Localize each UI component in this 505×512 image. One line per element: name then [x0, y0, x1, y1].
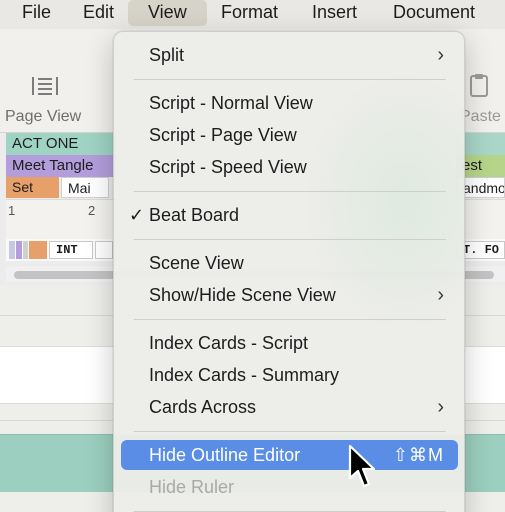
- menu-item-script-normal-view[interactable]: Script - Normal View: [121, 88, 458, 118]
- menu-separator: [134, 79, 446, 80]
- page-lines-icon: [32, 77, 58, 95]
- menu-document[interactable]: Document: [393, 0, 475, 26]
- scene-chip[interactable]: [95, 241, 113, 259]
- menu-format[interactable]: Format: [221, 0, 278, 26]
- ruler-number: 1: [8, 203, 16, 218]
- menu-separator: [134, 239, 446, 240]
- menu-edit[interactable]: Edit: [83, 0, 114, 26]
- menu-file[interactable]: File: [22, 0, 51, 26]
- beat-strip[interactable]: Meet Tangle: [6, 155, 116, 177]
- mouse-pointer-icon: [348, 444, 376, 488]
- lane-set[interactable]: Set: [6, 177, 59, 198]
- menu-item-label: Cards Across: [149, 397, 257, 417]
- chevron-right-icon: ›: [437, 44, 444, 66]
- menu-separator: [134, 191, 446, 192]
- mini-card[interactable]: [23, 241, 28, 259]
- page-view-button[interactable]: Page View: [0, 29, 100, 133]
- menu-item-label: Hide Ruler: [149, 477, 235, 497]
- paste-label: Paste: [460, 108, 501, 125]
- menu-item-label: Split: [149, 45, 185, 65]
- menu-item-index-cards-script[interactable]: Index Cards - Script: [121, 328, 458, 358]
- checkmark-icon: ✓: [129, 205, 145, 225]
- menu-item-label: Index Cards - Summary: [149, 365, 340, 385]
- scene-chip-int[interactable]: INT: [49, 241, 93, 259]
- menu-bar: File Edit View Format Insert Document: [0, 0, 505, 29]
- paste-button[interactable]: Paste: [460, 29, 505, 133]
- menu-separator: [134, 319, 446, 320]
- menu-item-show-hide-scene-view[interactable]: Show/Hide Scene View ›: [121, 280, 458, 310]
- chevron-right-icon: ›: [437, 396, 444, 418]
- chevron-right-icon: ›: [437, 284, 444, 306]
- page-view-label: Page View: [5, 108, 82, 125]
- menu-item-scene-view[interactable]: Scene View: [121, 248, 458, 278]
- mini-card[interactable]: [29, 241, 47, 259]
- menu-item-label: Show/Hide Scene View: [149, 285, 336, 305]
- keyboard-shortcut: ⇧⌘M: [392, 445, 444, 465]
- menu-item-label: Hide Outline Editor: [149, 445, 301, 465]
- menu-separator: [134, 431, 446, 432]
- clipboard-icon: [470, 74, 488, 97]
- menu-item-script-page-view[interactable]: Script - Page View: [121, 120, 458, 150]
- menu-item-beat-board[interactable]: ✓ Beat Board: [121, 200, 458, 230]
- menu-item-label: Script - Speed View: [149, 157, 307, 177]
- menu-item-hide-ruler: Hide Ruler: [121, 472, 458, 502]
- menu-item-cards-across[interactable]: Cards Across ›: [121, 392, 458, 422]
- menu-item-label: Beat Board: [149, 205, 240, 225]
- menu-insert[interactable]: Insert: [312, 0, 357, 26]
- menu-item-label: Script - Normal View: [149, 93, 313, 113]
- menu-item-hide-outline-editor[interactable]: Hide Outline Editor ⇧⌘M: [121, 440, 458, 470]
- mini-card[interactable]: [16, 241, 22, 259]
- ruler-number: 2: [88, 203, 96, 218]
- menu-item-index-cards-summary[interactable]: Index Cards - Summary: [121, 360, 458, 390]
- menu-view[interactable]: View: [128, 0, 207, 26]
- menu-item-label: Scene View: [149, 253, 244, 273]
- menu-item-label: Script - Page View: [149, 125, 297, 145]
- lane-mai[interactable]: Mai: [61, 177, 109, 198]
- menu-item-label: Index Cards - Script: [149, 333, 309, 353]
- menu-item-script-speed-view[interactable]: Script - Speed View: [121, 152, 458, 182]
- menu-item-split[interactable]: Split ›: [121, 40, 458, 70]
- mini-card[interactable]: [9, 241, 15, 259]
- act-strip[interactable]: ACT ONE: [6, 133, 116, 155]
- view-menu: Split › Script - Normal View Script - Pa…: [113, 31, 465, 512]
